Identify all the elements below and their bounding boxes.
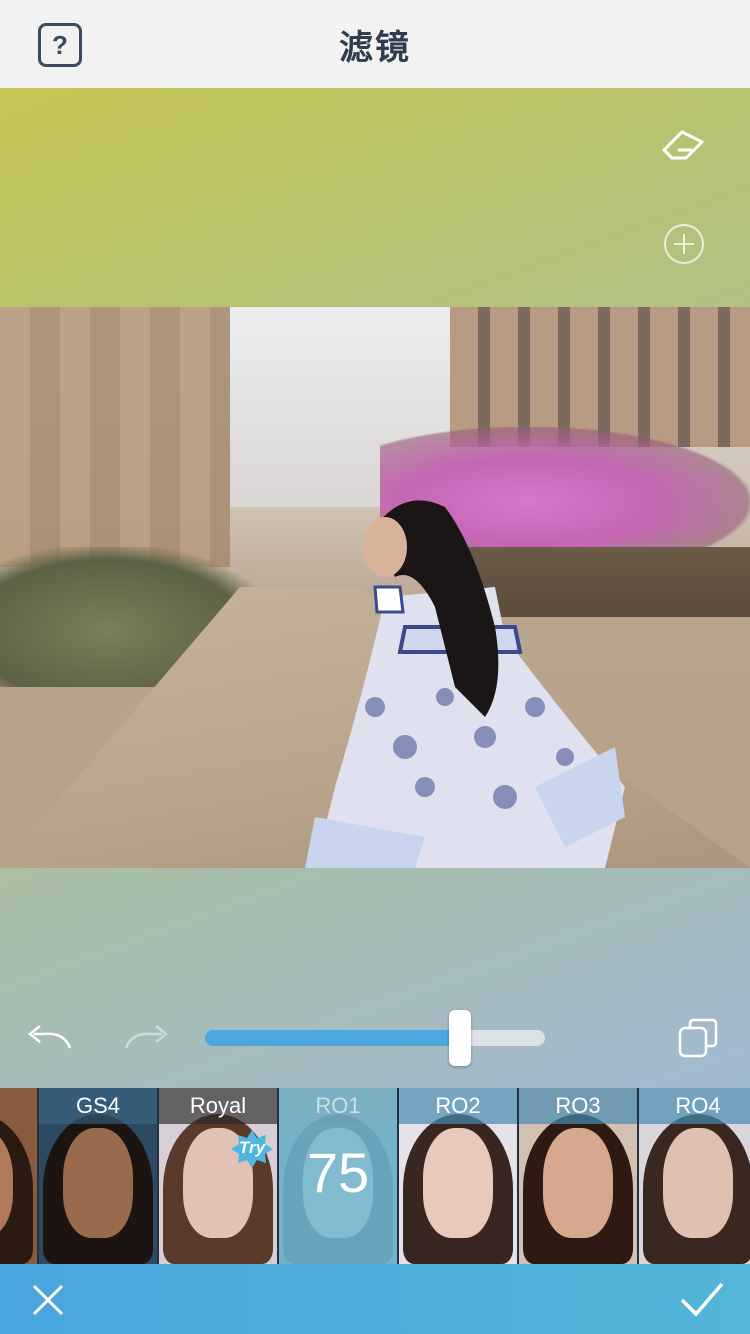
filter-thumbnail-face [63, 1128, 133, 1238]
try-badge-label: Try [238, 1138, 266, 1157]
intensity-slider-thumb[interactable] [449, 1010, 471, 1066]
help-button[interactable]: ? [38, 23, 82, 67]
filter-item-gs4[interactable]: GS4 [39, 1088, 157, 1264]
photo-building-right [450, 307, 750, 447]
filter-label: RO1 [279, 1088, 397, 1124]
filter-item-ro3[interactable]: RO3 [519, 1088, 637, 1264]
filter-list: 3GS4RoyalTryRO175RO2RO3RO4 [0, 1088, 750, 1264]
filter-item-ro2[interactable]: RO2 [399, 1088, 517, 1264]
redo-icon[interactable] [120, 1022, 170, 1054]
filter-intensity-value: 75 [306, 1141, 370, 1204]
filter-item-ro1[interactable]: RO1 75 [279, 1088, 397, 1264]
eraser-icon[interactable] [658, 124, 710, 164]
close-icon[interactable] [28, 1280, 68, 1320]
filter-item-ro4[interactable]: RO4 [639, 1088, 750, 1264]
top-bar: ? 滤镜 [0, 0, 750, 88]
filter-label: GS4 [39, 1088, 157, 1124]
plus-circle-icon[interactable] [662, 222, 706, 266]
undo-icon[interactable] [26, 1022, 76, 1054]
filter-label: Royal [159, 1088, 277, 1124]
filter-thumbnail-face [423, 1128, 493, 1238]
intensity-slider[interactable] [205, 1010, 545, 1066]
check-icon[interactable] [678, 1278, 726, 1320]
filter-label: RO3 [519, 1088, 637, 1124]
filter-item-3[interactable]: 3 [0, 1088, 37, 1264]
intensity-slider-fill [205, 1030, 460, 1046]
page-title: 滤镜 [339, 27, 411, 68]
photo-subject [305, 500, 625, 868]
filter-label: RO4 [639, 1088, 750, 1124]
bottom-action-bar [0, 1264, 750, 1334]
compare-icon[interactable] [676, 1016, 720, 1060]
filter-thumbnail-face [543, 1128, 613, 1238]
photo-building-left [0, 307, 230, 567]
filter-label: RO2 [399, 1088, 517, 1124]
question-icon: ? [52, 29, 68, 60]
editor-canvas [0, 88, 750, 1088]
filter-label: 3 [0, 1088, 37, 1124]
filter-item-royal[interactable]: Royal Try [159, 1088, 277, 1264]
filter-thumbnail-face [663, 1128, 733, 1238]
photo-preview [0, 307, 750, 868]
